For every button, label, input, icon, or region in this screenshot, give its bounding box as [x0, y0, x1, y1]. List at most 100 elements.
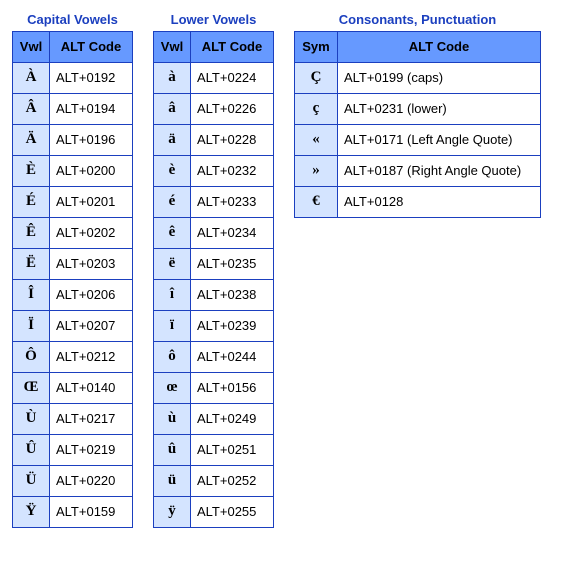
code-cell: ALT+0239	[191, 311, 274, 342]
symbol-cell: ä	[154, 125, 191, 156]
table-row: »ALT+0187 (Right Angle Quote)	[295, 156, 541, 187]
lower-vowels-block: Lower Vowels Vwl ALT Code àALT+0224âALT+…	[153, 12, 274, 528]
code-cell: ALT+0140	[50, 373, 133, 404]
symbol-cell: â	[154, 94, 191, 125]
symbol-cell: ù	[154, 404, 191, 435]
symbol-cell: Ê	[13, 218, 50, 249]
table-row: ÀALT+0192	[13, 63, 133, 94]
table-row: ôALT+0244	[154, 342, 274, 373]
code-cell: ALT+0249	[191, 404, 274, 435]
code-cell: ALT+0128	[338, 187, 541, 218]
symbol-cell: î	[154, 280, 191, 311]
table-row: ÂALT+0194	[13, 94, 133, 125]
table-row: äALT+0228	[154, 125, 274, 156]
capital-vowels-title: Capital Vowels	[27, 12, 118, 27]
tables-container: Capital Vowels Vwl ALT Code ÀALT+0192ÂAL…	[12, 12, 563, 528]
code-cell: ALT+0200	[50, 156, 133, 187]
symbol-cell: Î	[13, 280, 50, 311]
table-row: €ALT+0128	[295, 187, 541, 218]
table-row: ÿALT+0255	[154, 497, 274, 528]
table-row: ëALT+0235	[154, 249, 274, 280]
symbol-cell: ê	[154, 218, 191, 249]
code-cell: ALT+0212	[50, 342, 133, 373]
symbol-cell: À	[13, 63, 50, 94]
symbol-cell: û	[154, 435, 191, 466]
code-cell: ALT+0226	[191, 94, 274, 125]
code-cell: ALT+0234	[191, 218, 274, 249]
symbol-cell: ë	[154, 249, 191, 280]
code-cell: ALT+0231 (lower)	[338, 94, 541, 125]
th-sym: Vwl	[154, 32, 191, 63]
symbol-cell: Ù	[13, 404, 50, 435]
table-row: àALT+0224	[154, 63, 274, 94]
table-row: êALT+0234	[154, 218, 274, 249]
consonants-title: Consonants, Punctuation	[339, 12, 496, 27]
table-row: èALT+0232	[154, 156, 274, 187]
table-row: ÜALT+0220	[13, 466, 133, 497]
symbol-cell: Ô	[13, 342, 50, 373]
code-cell: ALT+0228	[191, 125, 274, 156]
code-cell: ALT+0196	[50, 125, 133, 156]
symbol-cell: Ü	[13, 466, 50, 497]
code-cell: ALT+0251	[191, 435, 274, 466]
code-cell: ALT+0159	[50, 497, 133, 528]
symbol-cell: Â	[13, 94, 50, 125]
code-cell: ALT+0219	[50, 435, 133, 466]
table-row: âALT+0226	[154, 94, 274, 125]
code-cell: ALT+0156	[191, 373, 274, 404]
table-row: ÏALT+0207	[13, 311, 133, 342]
code-cell: ALT+0252	[191, 466, 274, 497]
lower-tbody: àALT+0224âALT+0226äALT+0228èALT+0232éALT…	[154, 63, 274, 528]
code-cell: ALT+0235	[191, 249, 274, 280]
symbol-cell: Ÿ	[13, 497, 50, 528]
code-cell: ALT+0224	[191, 63, 274, 94]
code-cell: ALT+0199 (caps)	[338, 63, 541, 94]
lower-vowels-title: Lower Vowels	[171, 12, 257, 27]
symbol-cell: è	[154, 156, 191, 187]
th-code: ALT Code	[338, 32, 541, 63]
code-cell: ALT+0187 (Right Angle Quote)	[338, 156, 541, 187]
code-cell: ALT+0238	[191, 280, 274, 311]
table-row: ÔALT+0212	[13, 342, 133, 373]
table-row: ùALT+0249	[154, 404, 274, 435]
table-row: ïALT+0239	[154, 311, 274, 342]
code-cell: ALT+0192	[50, 63, 133, 94]
symbol-cell: œ	[154, 373, 191, 404]
table-row: üALT+0252	[154, 466, 274, 497]
consonants-table: Sym ALT Code ÇALT+0199 (caps)çALT+0231 (…	[294, 31, 541, 218]
code-cell: ALT+0207	[50, 311, 133, 342]
capital-vowels-block: Capital Vowels Vwl ALT Code ÀALT+0192ÂAL…	[12, 12, 133, 528]
table-row: œALT+0156	[154, 373, 274, 404]
table-row: éALT+0233	[154, 187, 274, 218]
symbol-cell: Ï	[13, 311, 50, 342]
th-sym: Sym	[295, 32, 338, 63]
symbol-cell: É	[13, 187, 50, 218]
table-row: ÎALT+0206	[13, 280, 133, 311]
table-row: ÊALT+0202	[13, 218, 133, 249]
symbol-cell: «	[295, 125, 338, 156]
code-cell: ALT+0220	[50, 466, 133, 497]
table-row: «ALT+0171 (Left Angle Quote)	[295, 125, 541, 156]
table-row: çALT+0231 (lower)	[295, 94, 541, 125]
table-row: ŒALT+0140	[13, 373, 133, 404]
table-row: ÙALT+0217	[13, 404, 133, 435]
symbol-cell: Ç	[295, 63, 338, 94]
table-row: îALT+0238	[154, 280, 274, 311]
consonants-block: Consonants, Punctuation Sym ALT Code ÇAL…	[294, 12, 541, 218]
table-row: ÄALT+0196	[13, 125, 133, 156]
code-cell: ALT+0206	[50, 280, 133, 311]
symbol-cell: ô	[154, 342, 191, 373]
symbol-cell: é	[154, 187, 191, 218]
th-code: ALT Code	[50, 32, 133, 63]
symbol-cell: Ë	[13, 249, 50, 280]
table-row: ÈALT+0200	[13, 156, 133, 187]
code-cell: ALT+0233	[191, 187, 274, 218]
capital-tbody: ÀALT+0192ÂALT+0194ÄALT+0196ÈALT+0200ÉALT…	[13, 63, 133, 528]
table-row: ËALT+0203	[13, 249, 133, 280]
symbol-cell: ç	[295, 94, 338, 125]
code-cell: ALT+0217	[50, 404, 133, 435]
table-row: ÇALT+0199 (caps)	[295, 63, 541, 94]
th-code: ALT Code	[191, 32, 274, 63]
code-cell: ALT+0255	[191, 497, 274, 528]
symbol-cell: »	[295, 156, 338, 187]
